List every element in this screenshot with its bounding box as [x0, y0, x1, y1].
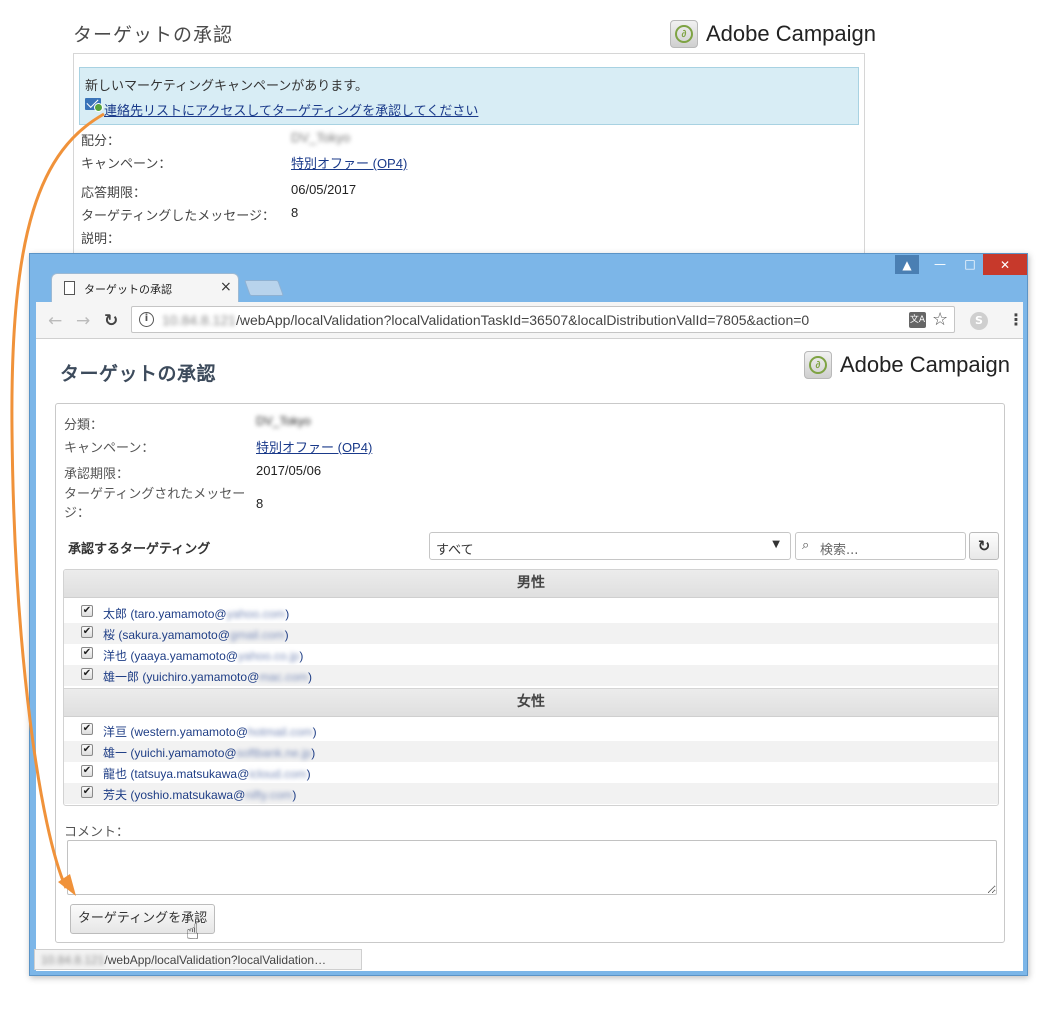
checkbox[interactable]: ✔	[81, 605, 93, 617]
group-header-male: 男性	[64, 570, 998, 598]
tab-close-icon[interactable]: ×	[220, 279, 232, 295]
browser-window: ▲ — □ ✕ ターゲットの承認 × ← → ↻ i 10.84.8.121/w…	[29, 253, 1028, 976]
reload-icon[interactable]: ↻	[104, 311, 118, 331]
bookmark-star-icon[interactable]: ☆	[932, 309, 948, 330]
email-deadline-label: 応答期限：	[81, 186, 147, 201]
checkbox[interactable]: ✔	[81, 786, 93, 798]
email-distribution-value: DV_Tokyo	[291, 130, 351, 145]
targeting-list: 男性 ✔ 太郎 (taro.yamamoto@yahoo.com) ✔ 桜 (s…	[63, 569, 999, 806]
check-badge-icon	[94, 103, 103, 112]
refresh-button[interactable]: ↻	[969, 532, 999, 560]
category-label: 分類：	[64, 418, 104, 433]
email-distribution-label: 配分：	[81, 134, 121, 149]
browser-toolbar: ← → ↻ i 10.84.8.121/webApp/localValidati…	[36, 302, 1024, 339]
maximize-button[interactable]: □	[957, 254, 983, 274]
checkbox[interactable]: ✔	[81, 668, 93, 680]
list-item[interactable]: ✔ 龍也 (tatsuya.matsukawa@icloud.com)	[64, 762, 998, 783]
search-icon: ⌕	[802, 538, 810, 553]
deadline-value: 2017/05/06	[256, 463, 322, 478]
translate-icon[interactable]: 文A	[909, 312, 926, 328]
checkbox[interactable]: ✔	[81, 647, 93, 659]
list-item[interactable]: ✔ 桜 (sakura.yamamoto@gmail.com)	[64, 623, 998, 644]
page-title: ターゲットの承認	[60, 363, 217, 385]
messages-label: ターゲティングされたメッセージ：	[64, 487, 246, 521]
site-info-icon[interactable]: i	[139, 312, 154, 327]
targeting-heading: 承認するターゲティング	[68, 542, 211, 557]
list-item[interactable]: ✔ 洋也 (yaaya.yamamoto@yahoo.co.jp)	[64, 644, 998, 665]
campaign-link[interactable]: 特別オファー (OP4)	[256, 437, 372, 456]
forward-icon[interactable]: →	[76, 311, 90, 331]
chevron-down-icon: ▼	[772, 539, 780, 550]
group-filter-select[interactable]: すべて ▼	[429, 532, 791, 560]
deadline-label: 承認期限：	[64, 467, 130, 482]
adobe-campaign-logo-icon: ∂	[670, 20, 698, 48]
validation-panel: 分類： DV_Tokyo キャンペーン： 特別オファー (OP4) 承認期限： …	[55, 403, 1005, 945]
email-campaign-link[interactable]: 特別オファー (OP4)	[291, 153, 407, 172]
comment-field[interactable]	[67, 840, 997, 895]
list-item[interactable]: ✔ 雄一郎 (yuichiro.yamamoto@mac.com)	[64, 665, 998, 686]
page-icon	[64, 281, 75, 295]
browser-menu-icon[interactable]: ⋮	[1008, 310, 1024, 329]
checkbox[interactable]: ✔	[81, 723, 93, 735]
email-brand-label: Adobe Campaign	[706, 21, 877, 46]
email-title: ターゲットの承認	[73, 24, 234, 46]
group-header-female: 女性	[64, 688, 998, 717]
adobe-campaign-logo-icon: ∂	[804, 351, 832, 379]
address-bar[interactable]: i 10.84.8.121/webApp/localValidation?loc…	[131, 306, 955, 333]
email-approve-link[interactable]: 連絡先リストにアクセスしてターゲティングを承認してください	[104, 100, 478, 119]
campaign-label: キャンペーン：	[64, 441, 155, 456]
tab-title: ターゲットの承認	[84, 283, 172, 296]
url-text[interactable]: 10.84.8.121/webApp/localValidation?local…	[162, 312, 809, 328]
search-placeholder: 検索...	[820, 543, 859, 558]
back-icon[interactable]: ←	[48, 311, 62, 331]
filter-value: すべて	[436, 543, 474, 558]
category-value: DV_Tokyo	[256, 414, 311, 428]
new-tab-button[interactable]	[244, 280, 284, 296]
profile-icon[interactable]: ▲	[895, 255, 919, 274]
list-item[interactable]: ✔ 芳夫 (yoshio.matsukawa@nifty.com)	[64, 783, 998, 804]
search-input[interactable]: ⌕ 検索...	[795, 532, 966, 560]
page-content: ターゲットの承認 ∂ Adobe Campaign 分類： DV_Tokyo キ…	[36, 339, 1023, 971]
email-deadline-value: 06/05/2017	[291, 182, 357, 197]
checkbox[interactable]: ✔	[81, 765, 93, 777]
email-description-label: 説明：	[81, 232, 121, 247]
list-item[interactable]: ✔ 太郎 (taro.yamamoto@yahoo.com)	[64, 602, 998, 623]
email-campaign-label: キャンペーン：	[81, 157, 172, 172]
email-messages-label: ターゲティングしたメッセージ：	[81, 209, 275, 224]
messages-value: 8	[256, 496, 264, 511]
email-notice-text: 新しいマーケティングキャンペーンがあります。	[85, 79, 369, 94]
minimize-button[interactable]: —	[927, 254, 953, 274]
close-window-button[interactable]: ✕	[983, 254, 1027, 275]
hand-cursor-icon: ☝	[186, 920, 200, 945]
page-brand: ∂ Adobe Campaign	[804, 351, 1010, 379]
browser-tab[interactable]: ターゲットの承認 ×	[51, 273, 239, 304]
skype-extension-icon[interactable]: S	[970, 312, 988, 330]
checkbox[interactable]: ✔	[81, 626, 93, 638]
email-messages-value: 8	[291, 205, 299, 220]
comment-label: コメント：	[64, 825, 130, 840]
list-item[interactable]: ✔ 雄一 (yuichi.yamamoto@softbank.ne.jp)	[64, 741, 998, 762]
page-brand-label: Adobe Campaign	[840, 352, 1011, 377]
email-brand: ∂ Adobe Campaign	[670, 20, 876, 48]
checkbox[interactable]: ✔	[81, 744, 93, 756]
status-bar: 10.84.8.121/webApp/localValidation?local…	[34, 949, 362, 970]
list-item[interactable]: ✔ 洋亘 (western.yamamoto@hotmail.com)	[64, 720, 998, 741]
